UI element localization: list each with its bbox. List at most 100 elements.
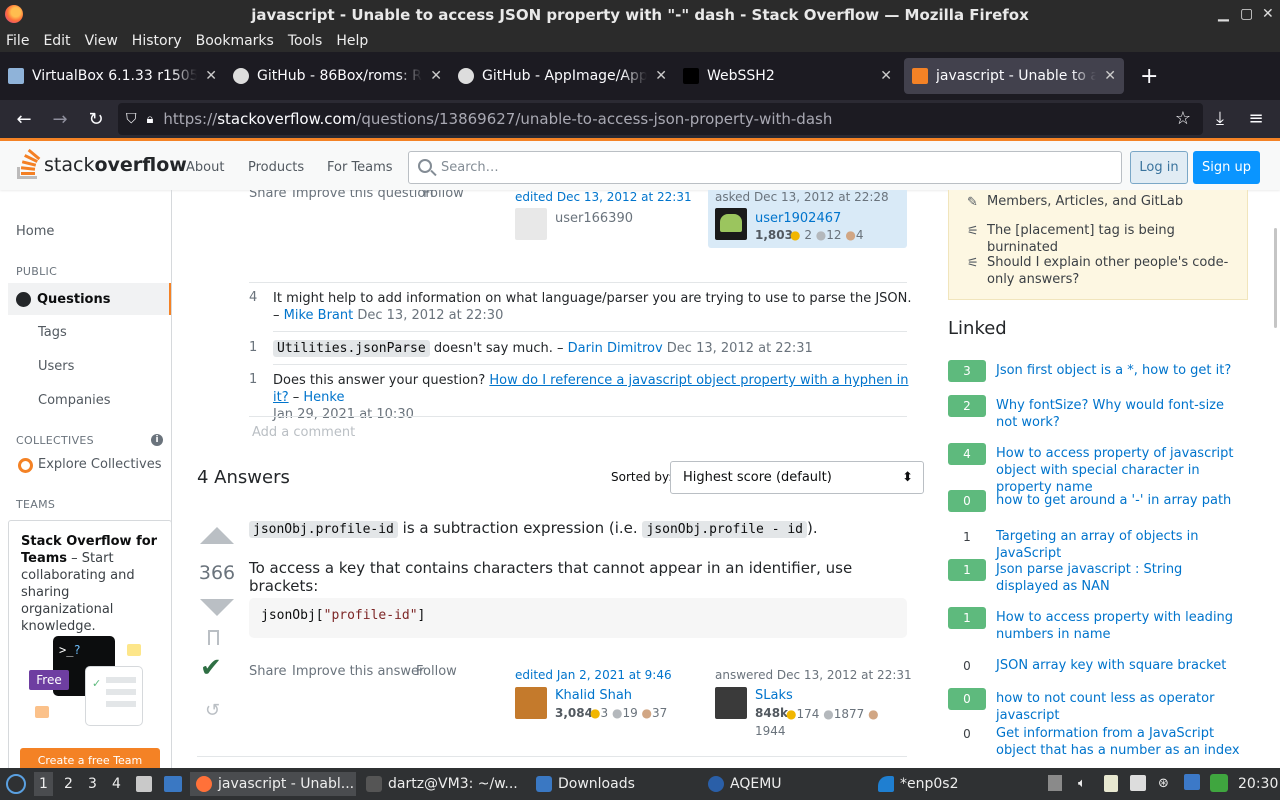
upvote-button[interactable] — [200, 527, 234, 544]
menu-view[interactable]: View — [85, 33, 118, 49]
workspace-3[interactable]: 3 — [88, 776, 97, 792]
linked-link[interactable]: Json parse javascript : String displayed… — [996, 561, 1248, 595]
comment-user-link[interactable]: Mike Brant — [284, 308, 354, 323]
question-improve-link[interactable]: Improve this question — [292, 190, 434, 201]
task-aqemu[interactable]: AQEMU — [708, 772, 868, 796]
new-tab-button[interactable]: + — [1140, 64, 1158, 89]
login-button[interactable]: Log in — [1130, 151, 1188, 184]
desktop-icon[interactable] — [164, 776, 182, 792]
tab-close-icon[interactable]: ✕ — [1104, 68, 1116, 84]
menu-tools[interactable]: Tools — [288, 33, 323, 49]
forward-button[interactable]: → — [42, 109, 78, 130]
bookmark-star-icon[interactable]: ☆ — [1175, 108, 1191, 129]
signup-button[interactable]: Sign up — [1193, 151, 1260, 184]
linked-link[interactable]: Json first object is a *, how to get it? — [996, 362, 1248, 379]
app-tray-icon[interactable] — [1210, 774, 1228, 792]
start-menu-icon[interactable] — [6, 774, 26, 794]
nav-home[interactable]: Home — [16, 224, 54, 239]
linked-link[interactable]: how to not count less as operator javasc… — [996, 690, 1248, 724]
tab-close-icon[interactable]: ✕ — [655, 68, 667, 84]
volume-icon[interactable]: 🔈︎ — [1078, 776, 1086, 791]
workspace-4[interactable]: 4 — [112, 776, 121, 792]
menu-help[interactable]: Help — [336, 33, 368, 49]
maximize-button[interactable]: ▢ — [1240, 6, 1253, 22]
comment-user-link[interactable]: Henke — [303, 390, 344, 405]
editor-avatar[interactable] — [515, 208, 547, 240]
nav-companies[interactable]: Companies — [38, 393, 111, 408]
linked-link[interactable]: Targeting an array of objects in JavaScr… — [996, 528, 1248, 562]
menu-edit[interactable]: Edit — [43, 33, 70, 49]
bookmark-icon[interactable] — [208, 630, 219, 645]
tab-close-icon[interactable]: ✕ — [880, 68, 892, 84]
menu-file[interactable]: File — [6, 33, 29, 49]
workspace-2[interactable]: 2 — [64, 776, 73, 792]
answer-edited-link[interactable]: edited Jan 2, 2021 at 9:46 — [515, 668, 672, 682]
notes-icon[interactable] — [1130, 775, 1146, 791]
tab-close-icon[interactable]: ✕ — [205, 68, 217, 84]
linked-link[interactable]: Why fontSize? Why would font-size not wo… — [996, 397, 1248, 431]
search-input[interactable]: Search… — [408, 151, 1122, 184]
clock[interactable]: 20:30 — [1238, 776, 1278, 792]
nav-questions[interactable]: Questions — [8, 283, 171, 315]
task-terminal[interactable]: dartz@VM3: ~/w... — [366, 772, 526, 796]
answerer-avatar[interactable] — [715, 687, 747, 719]
comment-user-link[interactable]: Darin Dimitrov — [568, 341, 663, 356]
blog-item[interactable]: ⚟ Should I explain other people's code-on… — [967, 254, 1247, 288]
answer-editor-name-link[interactable]: Khalid Shah — [555, 688, 632, 703]
tab-stackoverflow[interactable]: javascript - Unable to access JSON ✕ — [904, 58, 1124, 94]
tab-virtualbox[interactable]: VirtualBox 6.1.33 r150505 ✕ — [0, 58, 225, 94]
for-teams-link[interactable]: For Teams — [327, 160, 393, 175]
tab-webssh2[interactable]: WebSSH2 ✕ — [675, 58, 900, 94]
about-link[interactable]: About — [186, 160, 224, 175]
downvote-button[interactable] — [200, 599, 234, 616]
shield-icon[interactable]: ⛉ — [126, 111, 137, 127]
tab-close-icon[interactable]: ✕ — [430, 68, 442, 84]
products-link[interactable]: Products — [248, 160, 304, 175]
blog-item[interactable]: ✎ Members, Articles, and GitLab — [967, 193, 1247, 210]
workspace-1[interactable]: 1 — [34, 772, 53, 796]
add-comment-link[interactable]: Add a comment — [252, 425, 355, 440]
question-share-link[interactable]: Share — [249, 190, 287, 201]
tray-eject-icon[interactable] — [1048, 775, 1062, 791]
nav-tags[interactable]: Tags — [38, 325, 67, 340]
linked-link[interactable]: JSON array key with square bracket — [996, 657, 1248, 674]
task-downloads[interactable]: Downloads — [536, 772, 696, 796]
downloads-button[interactable]: ⤓ — [1202, 108, 1238, 129]
history-icon[interactable]: ↺ — [205, 700, 220, 721]
nav-explore-collectives[interactable]: Explore Collectives — [38, 457, 162, 472]
answer-share-link[interactable]: Share — [249, 664, 287, 679]
answer-follow-link[interactable]: Follow — [416, 664, 457, 679]
tab-github-86box[interactable]: GitHub - 86Box/roms: ROMs ✕ — [225, 58, 450, 94]
linked-link[interactable]: how to get around a '-' in array path — [996, 492, 1248, 509]
menu-bookmarks[interactable]: Bookmarks — [196, 33, 274, 49]
question-edited-link[interactable]: edited Dec 13, 2012 at 22:31 — [515, 190, 692, 204]
sort-select[interactable]: Highest score (default) — [670, 461, 924, 494]
network-icon[interactable]: ⊛ — [1158, 776, 1169, 791]
create-team-button[interactable]: Create a free Team — [20, 748, 160, 768]
close-window-button[interactable]: ✕ — [1262, 6, 1274, 22]
tab-github-appimage[interactable]: GitHub - AppImage/AppImageKit ✕ — [450, 58, 675, 94]
asker-avatar[interactable] — [715, 208, 747, 240]
menu-history[interactable]: History — [132, 33, 182, 49]
asker-name-link[interactable]: user1902467 — [755, 211, 841, 226]
update-icon[interactable] — [1184, 774, 1200, 790]
answer-improve-link[interactable]: Improve this answer — [292, 664, 424, 679]
lock-icon[interactable]: 🔒︎ — [147, 112, 154, 127]
linked-link[interactable]: How to access property with leading numb… — [996, 609, 1248, 643]
url-bar[interactable]: ⛉ 🔒︎ https:// stackoverflow.com /questio… — [118, 103, 1203, 135]
page-scrollbar[interactable] — [1272, 192, 1278, 768]
back-button[interactable]: ← — [6, 109, 42, 130]
question-follow-link[interactable]: Follow — [423, 190, 464, 201]
linked-link[interactable]: How to access property of javascript obj… — [996, 445, 1248, 496]
minimize-button[interactable]: ▁ — [1218, 6, 1229, 22]
linked-link[interactable]: Get information from a JavaScript object… — [996, 725, 1248, 759]
stackoverflow-logo[interactable]: stack overflow — [16, 148, 187, 179]
task-network[interactable]: *enp0s2 — [878, 772, 1038, 796]
blog-item[interactable]: ⚟ The [placement] tag is being burninated — [967, 222, 1247, 256]
info-icon[interactable]: i — [151, 434, 163, 446]
app-menu-button[interactable]: ≡ — [1238, 108, 1274, 129]
answerer-name-link[interactable]: SLaks — [755, 688, 793, 703]
clipboard-icon[interactable] — [1104, 775, 1118, 792]
answer-editor-avatar[interactable] — [515, 687, 547, 719]
scrollbar-thumb[interactable] — [1274, 228, 1277, 328]
